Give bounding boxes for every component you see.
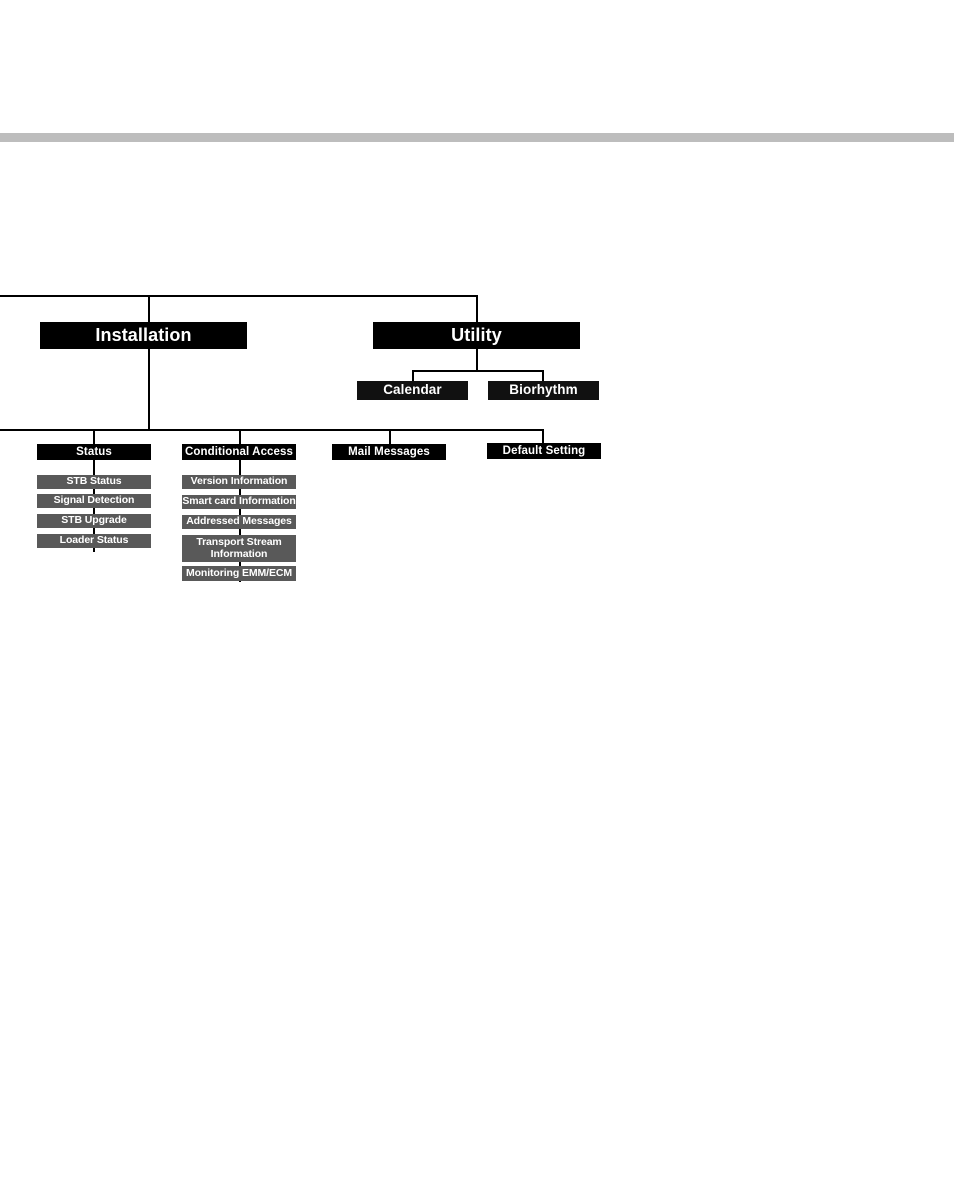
node-transport-stream-information[interactable]: Transport Stream Information (182, 535, 296, 562)
node-installation[interactable]: Installation (40, 322, 247, 349)
drop-line-mail-messages (389, 429, 391, 444)
drop-line-conditional-access (239, 429, 241, 444)
bus-line-installation-children (0, 429, 544, 431)
node-calendar[interactable]: Calendar (357, 381, 468, 400)
bus-line-utility-children (412, 370, 544, 372)
stem-line-utility-down (476, 349, 478, 371)
node-mail-messages[interactable]: Mail Messages (332, 444, 446, 460)
menu-structure-diagram: Installation Utility Calendar Biorhythm … (0, 0, 954, 1191)
node-default-setting[interactable]: Default Setting (487, 443, 601, 459)
node-loader-status[interactable]: Loader Status (37, 534, 151, 548)
node-stb-status[interactable]: STB Status (37, 475, 151, 489)
drop-line-calendar (412, 370, 414, 381)
node-addressed-messages[interactable]: Addressed Messages (182, 515, 296, 529)
node-conditional-access[interactable]: Conditional Access (182, 444, 296, 460)
drop-line-status (93, 429, 95, 444)
drop-line-installation (148, 295, 150, 323)
trunk-line-top (0, 295, 478, 297)
drop-line-biorhythm (542, 370, 544, 381)
node-biorhythm[interactable]: Biorhythm (488, 381, 599, 400)
node-monitoring-emm-ecm[interactable]: Monitoring EMM/ECM (182, 566, 296, 581)
drop-line-utility (476, 295, 478, 323)
node-smart-card-information[interactable]: Smart card Information (182, 495, 296, 509)
node-stb-upgrade[interactable]: STB Upgrade (37, 514, 151, 528)
node-version-information[interactable]: Version Information (182, 475, 296, 489)
node-utility[interactable]: Utility (373, 322, 580, 349)
node-status[interactable]: Status (37, 444, 151, 460)
stem-line-installation-down (148, 349, 150, 430)
node-signal-detection[interactable]: Signal Detection (37, 494, 151, 508)
drop-line-default-setting (542, 429, 544, 444)
